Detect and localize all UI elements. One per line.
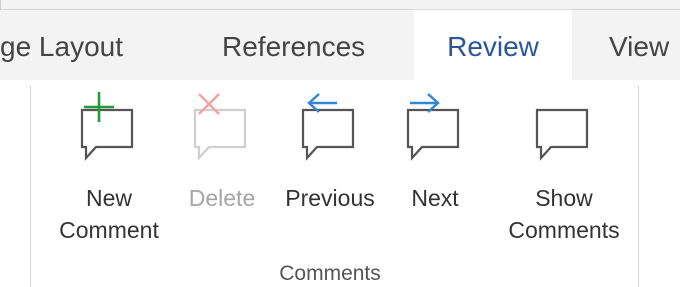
new-comment-button[interactable]: New Comment — [48, 86, 170, 256]
comments-group-label: Comments — [279, 262, 381, 285]
tab-view[interactable]: View — [609, 10, 669, 80]
tab-page-layout[interactable]: ge Layout — [0, 10, 123, 80]
tab-review[interactable]: Review — [414, 10, 572, 80]
next-comment-button[interactable]: Next — [396, 86, 474, 256]
word-ribbon: ge Layout References Review View New Com… — [0, 0, 680, 287]
previous-comment-icon — [295, 92, 365, 167]
delete-comment-label: Delete — [188, 185, 256, 211]
next-comment-icon — [400, 92, 470, 167]
delete-comment-icon — [187, 92, 257, 167]
group-separator-right — [638, 86, 639, 287]
new-comment-label: New Comment — [59, 185, 159, 243]
show-comments-icon — [529, 92, 599, 167]
next-comment-label: Next — [411, 185, 459, 211]
ribbon-tab-bar: ge Layout References Review View — [0, 10, 680, 80]
previous-comment-label: Previous — [285, 185, 375, 211]
show-comments-button[interactable]: Show Comments — [494, 86, 634, 256]
show-comments-label: Show Comments — [508, 185, 620, 243]
delete-comment-button[interactable]: Delete — [180, 86, 264, 256]
tab-references[interactable]: References — [222, 10, 365, 80]
new-comment-icon — [74, 92, 144, 167]
group-separator-left — [30, 86, 31, 287]
previous-comment-button[interactable]: Previous — [274, 86, 386, 256]
